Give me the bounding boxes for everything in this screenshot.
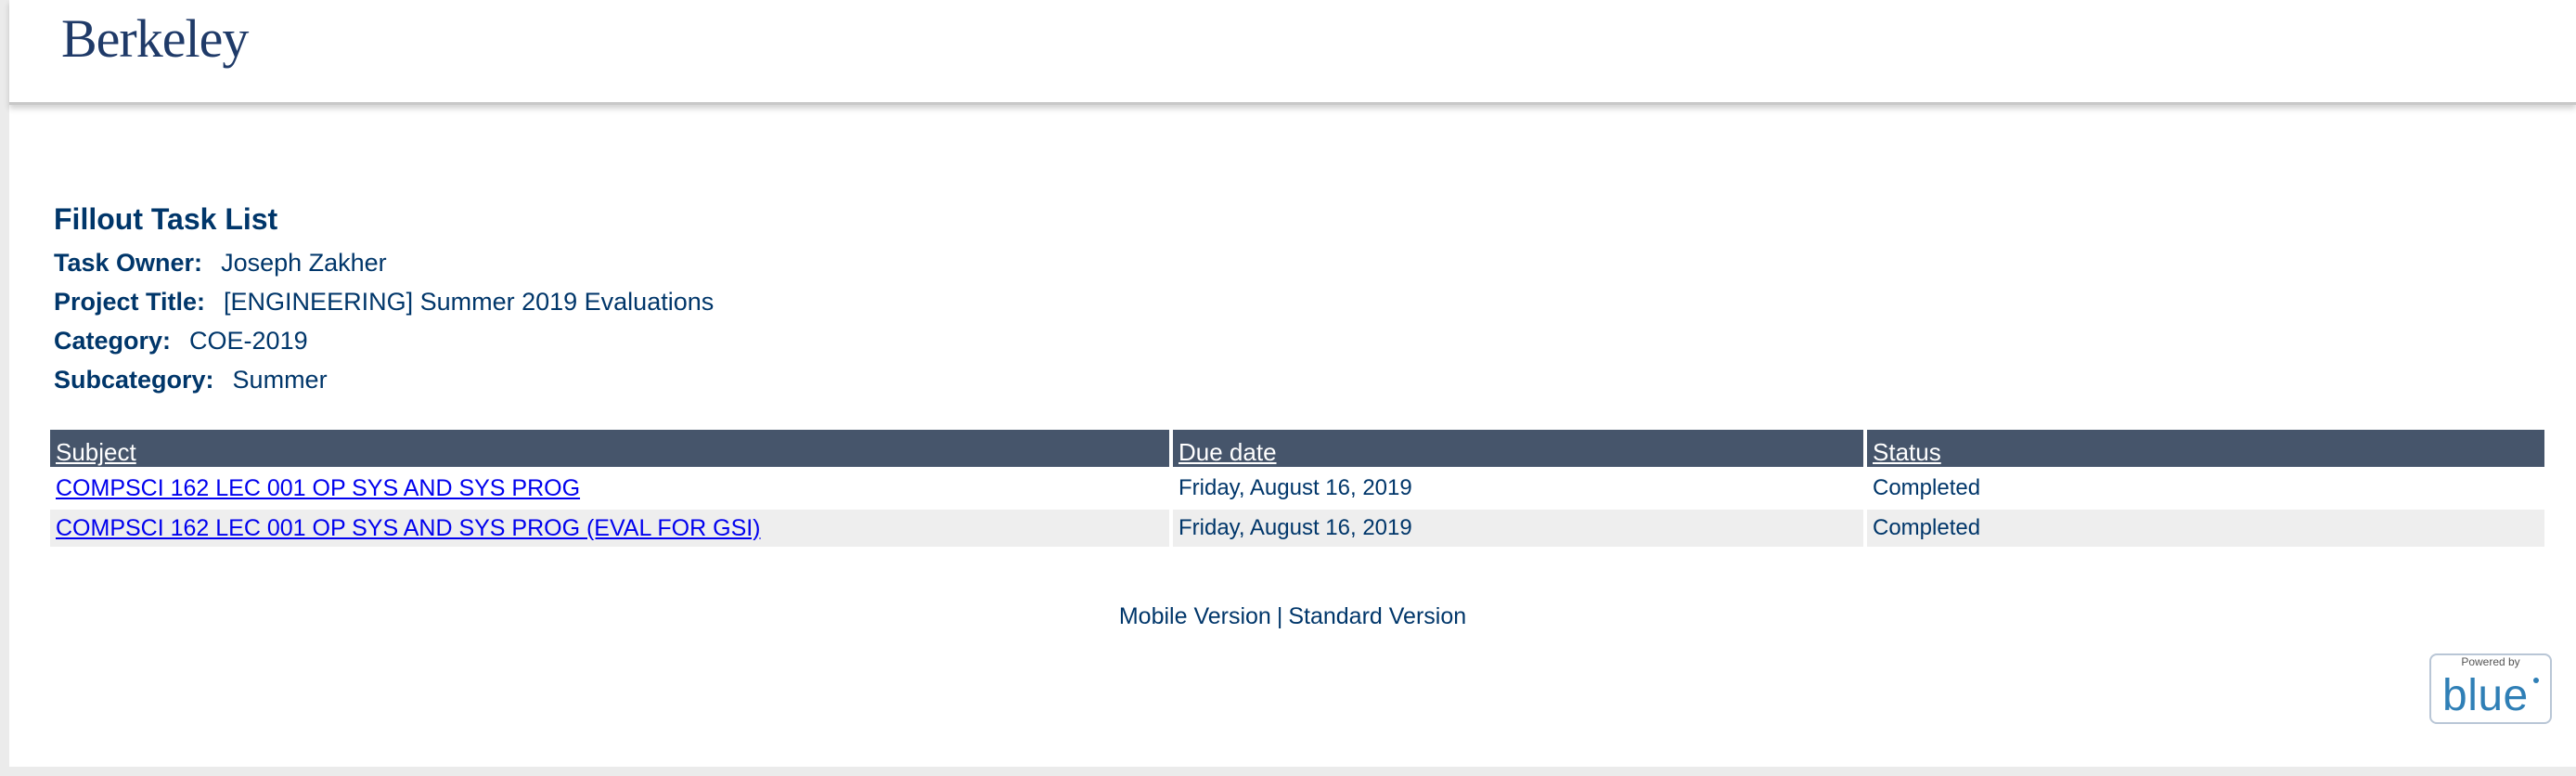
status-cell: Completed: [1867, 510, 2544, 547]
category-value: COE-2019: [189, 327, 308, 355]
column-header-status[interactable]: Status: [1867, 430, 2544, 467]
site-header: Berkeley: [9, 0, 2576, 105]
sort-due-date-link[interactable]: Due date: [1179, 438, 1277, 466]
table-header-row: Subject Due date Status: [50, 430, 2544, 467]
task-owner-row: Task Owner: Joseph Zakher: [54, 249, 387, 278]
subcategory-value: Summer: [232, 366, 328, 394]
category-label: Category:: [54, 327, 172, 355]
project-title-label: Project Title:: [54, 288, 206, 316]
powered-by-label: Powered by: [2461, 655, 2520, 668]
table-row: COMPSCI 162 LEC 001 OP SYS AND SYS PROG …: [50, 510, 2544, 547]
project-title-value: [ENGINEERING] Summer 2019 Evaluations: [224, 288, 715, 316]
column-header-due-date[interactable]: Due date: [1173, 430, 1863, 467]
column-header-subject[interactable]: Subject: [50, 430, 1169, 467]
blue-brand-text: blue: [2442, 671, 2529, 720]
subcategory-row: Subcategory: Summer: [54, 366, 328, 394]
version-links: Mobile Version | Standard Version: [9, 603, 2576, 630]
task-table: Subject Due date Status COMPSCI 162 LEC …: [46, 427, 2548, 550]
page-title: Fillout Task List: [54, 202, 278, 236]
mobile-version-link[interactable]: Mobile Version: [1119, 603, 1271, 629]
registered-mark-icon: [2533, 678, 2539, 683]
due-date-cell: Friday, August 16, 2019: [1173, 510, 1863, 547]
sort-subject-link[interactable]: Subject: [56, 438, 136, 466]
project-title-row: Project Title: [ENGINEERING] Summer 2019 …: [54, 288, 714, 317]
subject-cell: COMPSCI 162 LEC 001 OP SYS AND SYS PROG …: [50, 510, 1169, 547]
page-frame: Berkeley Fillout Task List Task Owner: Jo…: [9, 0, 2576, 767]
task-owner-label: Task Owner:: [54, 249, 203, 277]
subject-link[interactable]: COMPSCI 162 LEC 001 OP SYS AND SYS PROG: [56, 475, 580, 501]
standard-version-link[interactable]: Standard Version: [1288, 603, 1466, 629]
table-row: COMPSCI 162 LEC 001 OP SYS AND SYS PROG …: [50, 470, 2544, 507]
powered-by-blue-logo[interactable]: Powered by blue: [2429, 653, 2552, 724]
status-cell: Completed: [1867, 470, 2544, 507]
subject-link[interactable]: COMPSCI 162 LEC 001 OP SYS AND SYS PROG …: [56, 515, 761, 541]
sort-status-link[interactable]: Status: [1873, 438, 1941, 466]
subcategory-label: Subcategory:: [54, 366, 214, 394]
category-row: Category: COE-2019: [54, 327, 308, 356]
task-owner-value: Joseph Zakher: [221, 249, 387, 277]
version-separator: |: [1276, 603, 1283, 629]
due-date-cell: Friday, August 16, 2019: [1173, 470, 1863, 507]
subject-cell: COMPSCI 162 LEC 001 OP SYS AND SYS PROG: [50, 470, 1169, 507]
berkeley-logo[interactable]: Berkeley: [61, 7, 249, 70]
